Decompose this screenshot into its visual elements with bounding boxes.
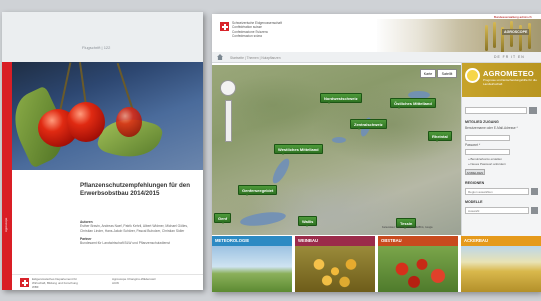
tile-weinbau-label: WEINBAU xyxy=(295,236,375,246)
partner-text: Bundesamt für Landwirtschaft BLW und Pfl… xyxy=(80,241,170,246)
region-genferseegebiet[interactable]: Genferseegebiet xyxy=(238,185,278,196)
tile-meteorologie-image xyxy=(212,246,292,292)
region-wallis[interactable]: Wallis xyxy=(298,216,318,227)
satellite-type-button[interactable]: Satellit xyxy=(437,69,457,78)
home-icon[interactable] xyxy=(217,54,223,60)
brochure-cover: Flugschrift | 122 Agroscope Pflanzenschu… xyxy=(2,12,203,290)
swiss-cross-icon xyxy=(20,278,29,287)
agrometeo-subtitle: Prognose und Entscheidungshilfe für die … xyxy=(483,78,537,86)
agroscope-logo[interactable]: AGROSCOPE xyxy=(502,29,530,35)
tile-ackerbau-image xyxy=(461,246,541,292)
language-switcher[interactable]: DE FR IT EN xyxy=(494,55,525,59)
regions-heading: REGIONEN xyxy=(465,181,485,185)
tile-weinbau-image xyxy=(295,246,375,292)
tile-obstbau-image xyxy=(378,246,458,292)
search-input[interactable] xyxy=(465,107,527,114)
region-map[interactable]: Karte Satellit Nordwestschweiz Östliches… xyxy=(212,65,461,235)
map-type-button[interactable]: Karte xyxy=(420,69,436,78)
sidebar: AGROMETEO Prognose und Entscheidungshilf… xyxy=(461,63,541,239)
tile-meteorologie[interactable]: METEOROLOGIE xyxy=(212,236,292,292)
map-zoom-slider[interactable] xyxy=(225,100,232,142)
agrometeo-website: Schweizerische Eidgenossenschaft Confédé… xyxy=(212,14,541,292)
search-button[interactable] xyxy=(529,107,537,114)
site-header: Schweizerische Eidgenossenschaft Confédé… xyxy=(212,14,541,53)
brochure-header: Flugschrift | 122 xyxy=(2,12,203,62)
brochure-side-label: Agroscope xyxy=(4,217,8,232)
footer-department: Eidgenössisches Departement für Wirtscha… xyxy=(32,277,78,289)
sun-icon xyxy=(465,68,480,83)
password-label: Passwort * xyxy=(465,143,481,147)
login-heading: MITGLIED ZUGANG xyxy=(465,120,499,124)
region-select-arrow-icon[interactable] xyxy=(531,188,538,195)
tile-ackerbau[interactable]: ACKERBAU xyxy=(461,236,541,292)
map-copyright: Kartendaten ©2014 GeoBasis-DE/BKG, Googl… xyxy=(382,226,433,229)
tile-obstbau-label: OBSTBAU xyxy=(378,236,458,246)
password-field[interactable] xyxy=(465,149,510,155)
agrometeo-title: AGROMETEO xyxy=(483,69,534,78)
brochure-authors: Autoren Esther Bravin, Andreas Naef, Pat… xyxy=(80,220,198,246)
breadcrumb-bar: Startseite | Themen | Nutzpflanzen xyxy=(212,52,541,63)
region-oestliches-mittelland[interactable]: Östliches Mittelland xyxy=(390,98,436,109)
brochure-series: Flugschrift | 122 xyxy=(82,45,111,50)
region-westliches-mittelland[interactable]: Westliches Mittelland xyxy=(274,144,323,155)
footer-agroscope: Agroscope Changins-Wädenswil ACW xyxy=(112,277,156,285)
create-account-link[interactable]: » Benutzerkonto erstellen xyxy=(468,157,502,161)
brochure-title: Pflanzenschutzempfehlungen für den Erwer… xyxy=(80,182,191,197)
admin-link[interactable]: Bundesverwaltung admin.ch xyxy=(494,15,532,19)
tile-weinbau[interactable]: WEINBAU xyxy=(295,236,375,292)
cherry-photo xyxy=(12,62,203,170)
tile-ackerbau-label: ACKERBAU xyxy=(461,236,541,246)
breadcrumb[interactable]: Startseite | Themen | Nutzpflanzen xyxy=(230,56,281,60)
model-select[interactable]: Auswahl xyxy=(465,207,529,214)
confederation-text: Schweizerische Eidgenossenschaft Confédé… xyxy=(232,21,282,39)
agrometeo-logo[interactable]: AGROMETEO Prognose und Entscheidungshilf… xyxy=(462,63,541,97)
region-rheintal[interactable]: Rheintal xyxy=(428,131,452,142)
login-button[interactable]: ANMELDEN xyxy=(465,169,485,175)
username-field[interactable] xyxy=(465,135,510,141)
brochure-footer: Eidgenössisches Departement für Wirtscha… xyxy=(12,274,203,290)
header-wheat-image xyxy=(377,19,541,53)
model-select-arrow-icon[interactable] xyxy=(531,207,538,214)
username-label: Benutzername oder E-Mail-Adresse * xyxy=(465,126,518,130)
swiss-flag-icon xyxy=(220,22,229,31)
tile-obstbau[interactable]: OBSTBAU xyxy=(378,236,458,292)
authors-list: Esther Bravin, Andreas Naef, Patrik Kehr… xyxy=(80,224,188,233)
region-nordwestschweiz[interactable]: Nordwestschweiz xyxy=(320,93,362,104)
map-pan-control[interactable] xyxy=(220,80,236,96)
region-select[interactable]: Region auswählen xyxy=(465,188,529,195)
tile-meteorologie-label: METEOROLOGIE xyxy=(212,236,292,246)
region-genf[interactable]: Genf xyxy=(214,213,232,224)
models-heading: MODELLE xyxy=(465,200,483,204)
new-password-link[interactable]: » Neues Passwort anfordern xyxy=(468,162,506,166)
region-zentralschweiz[interactable]: Zentralschweiz xyxy=(350,119,387,130)
brochure-side-bar: Agroscope xyxy=(2,62,12,290)
